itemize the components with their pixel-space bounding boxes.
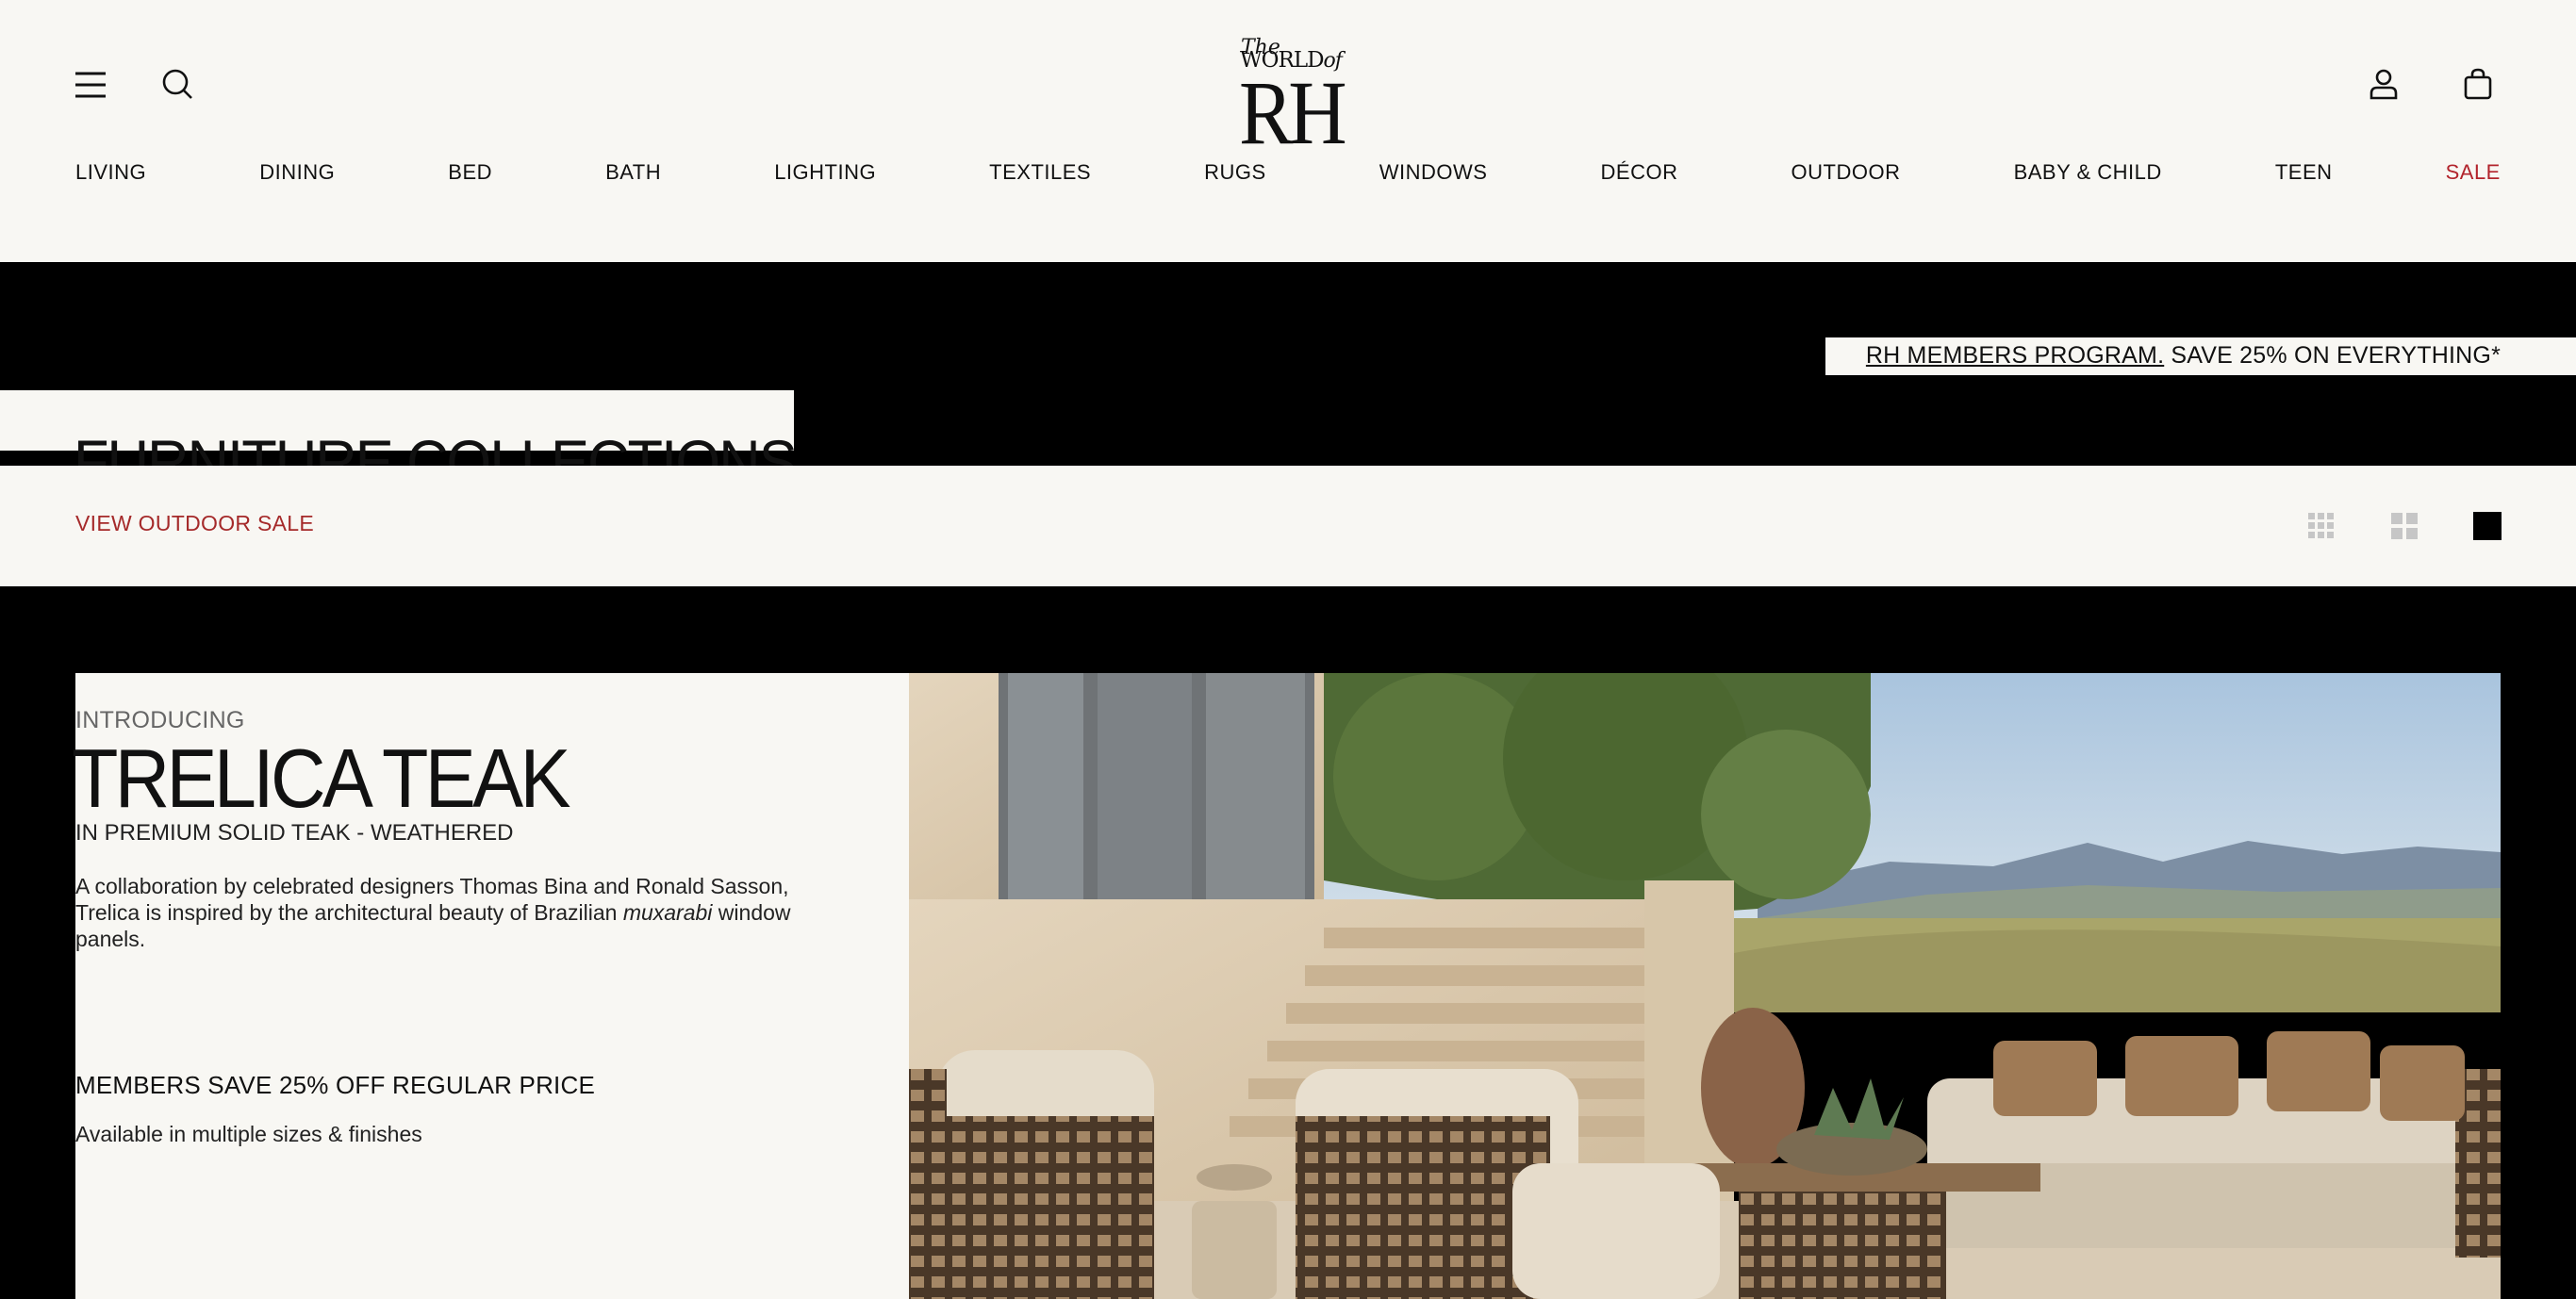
grid-2-icon[interactable] [2389,511,2419,541]
nav-item-sale[interactable]: SALE [2446,160,2501,185]
members-promo-banner: RH MEMBERS PROGRAM. SAVE 25% ON EVERYTHI… [1825,337,2576,375]
feature-intro: INTRODUCING [75,707,245,733]
nav-item-outdoor[interactable]: OUTDOOR [1792,160,1901,185]
grid-3-icon[interactable] [2306,511,2337,541]
nav-item-living[interactable]: LIVING [75,160,146,185]
promo-text-wrap: RH MEMBERS PROGRAM. SAVE 25% ON EVERYTHI… [1866,342,2501,370]
availability-text: Available in multiple sizes & finishes [75,1122,422,1146]
nav-item-textiles[interactable]: TEXTILES [989,160,1091,185]
nav-item-bed[interactable]: BED [448,160,492,185]
search-icon[interactable] [160,66,198,104]
title-box: FURNITURE COLLECTIONS [0,390,798,497]
feature-material: IN PREMIUM SOLID TEAK - WEATHERED [75,820,514,846]
nav-item-bath[interactable]: BATH [605,160,661,185]
members-program-link[interactable]: RH MEMBERS PROGRAM. [1866,342,2164,369]
nav-item-baby-child[interactable]: BABY & CHILD [2014,160,2162,185]
promo-offer-text: SAVE 25% ON EVERYTHING* [2171,342,2501,369]
view-outdoor-sale-link[interactable]: VIEW OUTDOOR SALE [75,511,314,536]
feature-headline[interactable]: TRELICA TEAK [72,732,570,826]
main-nav: LIVING DINING BED BATH LIGHTING TEXTILES… [75,160,2501,185]
members-savings-text: MEMBERS SAVE 25% OFF REGULAR PRICE [75,1071,595,1099]
nav-item-dining[interactable]: DINING [259,160,335,185]
account-icon[interactable] [2365,66,2403,104]
collection-toolbar: VIEW OUTDOOR SALE [0,466,2576,586]
trelica-teak-hero-image[interactable] [909,673,2501,1299]
grid-1-icon[interactable] [2472,511,2502,541]
feature-text-card: INTRODUCING TRELICA TEAK IN PREMIUM SOLI… [72,673,909,1299]
nav-item-teen[interactable]: TEEN [2275,160,2333,185]
nav-item-windows[interactable]: WINDOWS [1379,160,1488,185]
desc-emphasis: muxarabi [622,900,713,925]
logo-rh: RH [1239,62,1347,163]
nav-item-rugs[interactable]: RUGS [1204,160,1266,185]
site-header: The WORLDof RH LIVING DINING BED BATH LI… [0,0,2576,262]
nav-item-lighting[interactable]: LIGHTING [774,160,876,185]
shopping-bag-icon[interactable] [2459,66,2497,104]
rh-logo[interactable]: The WORLDof RH [1226,28,1358,158]
nav-item-decor[interactable]: DÉCOR [1601,160,1678,185]
menu-icon[interactable] [74,66,111,104]
feature-description: A collaboration by celebrated designers … [75,873,811,952]
